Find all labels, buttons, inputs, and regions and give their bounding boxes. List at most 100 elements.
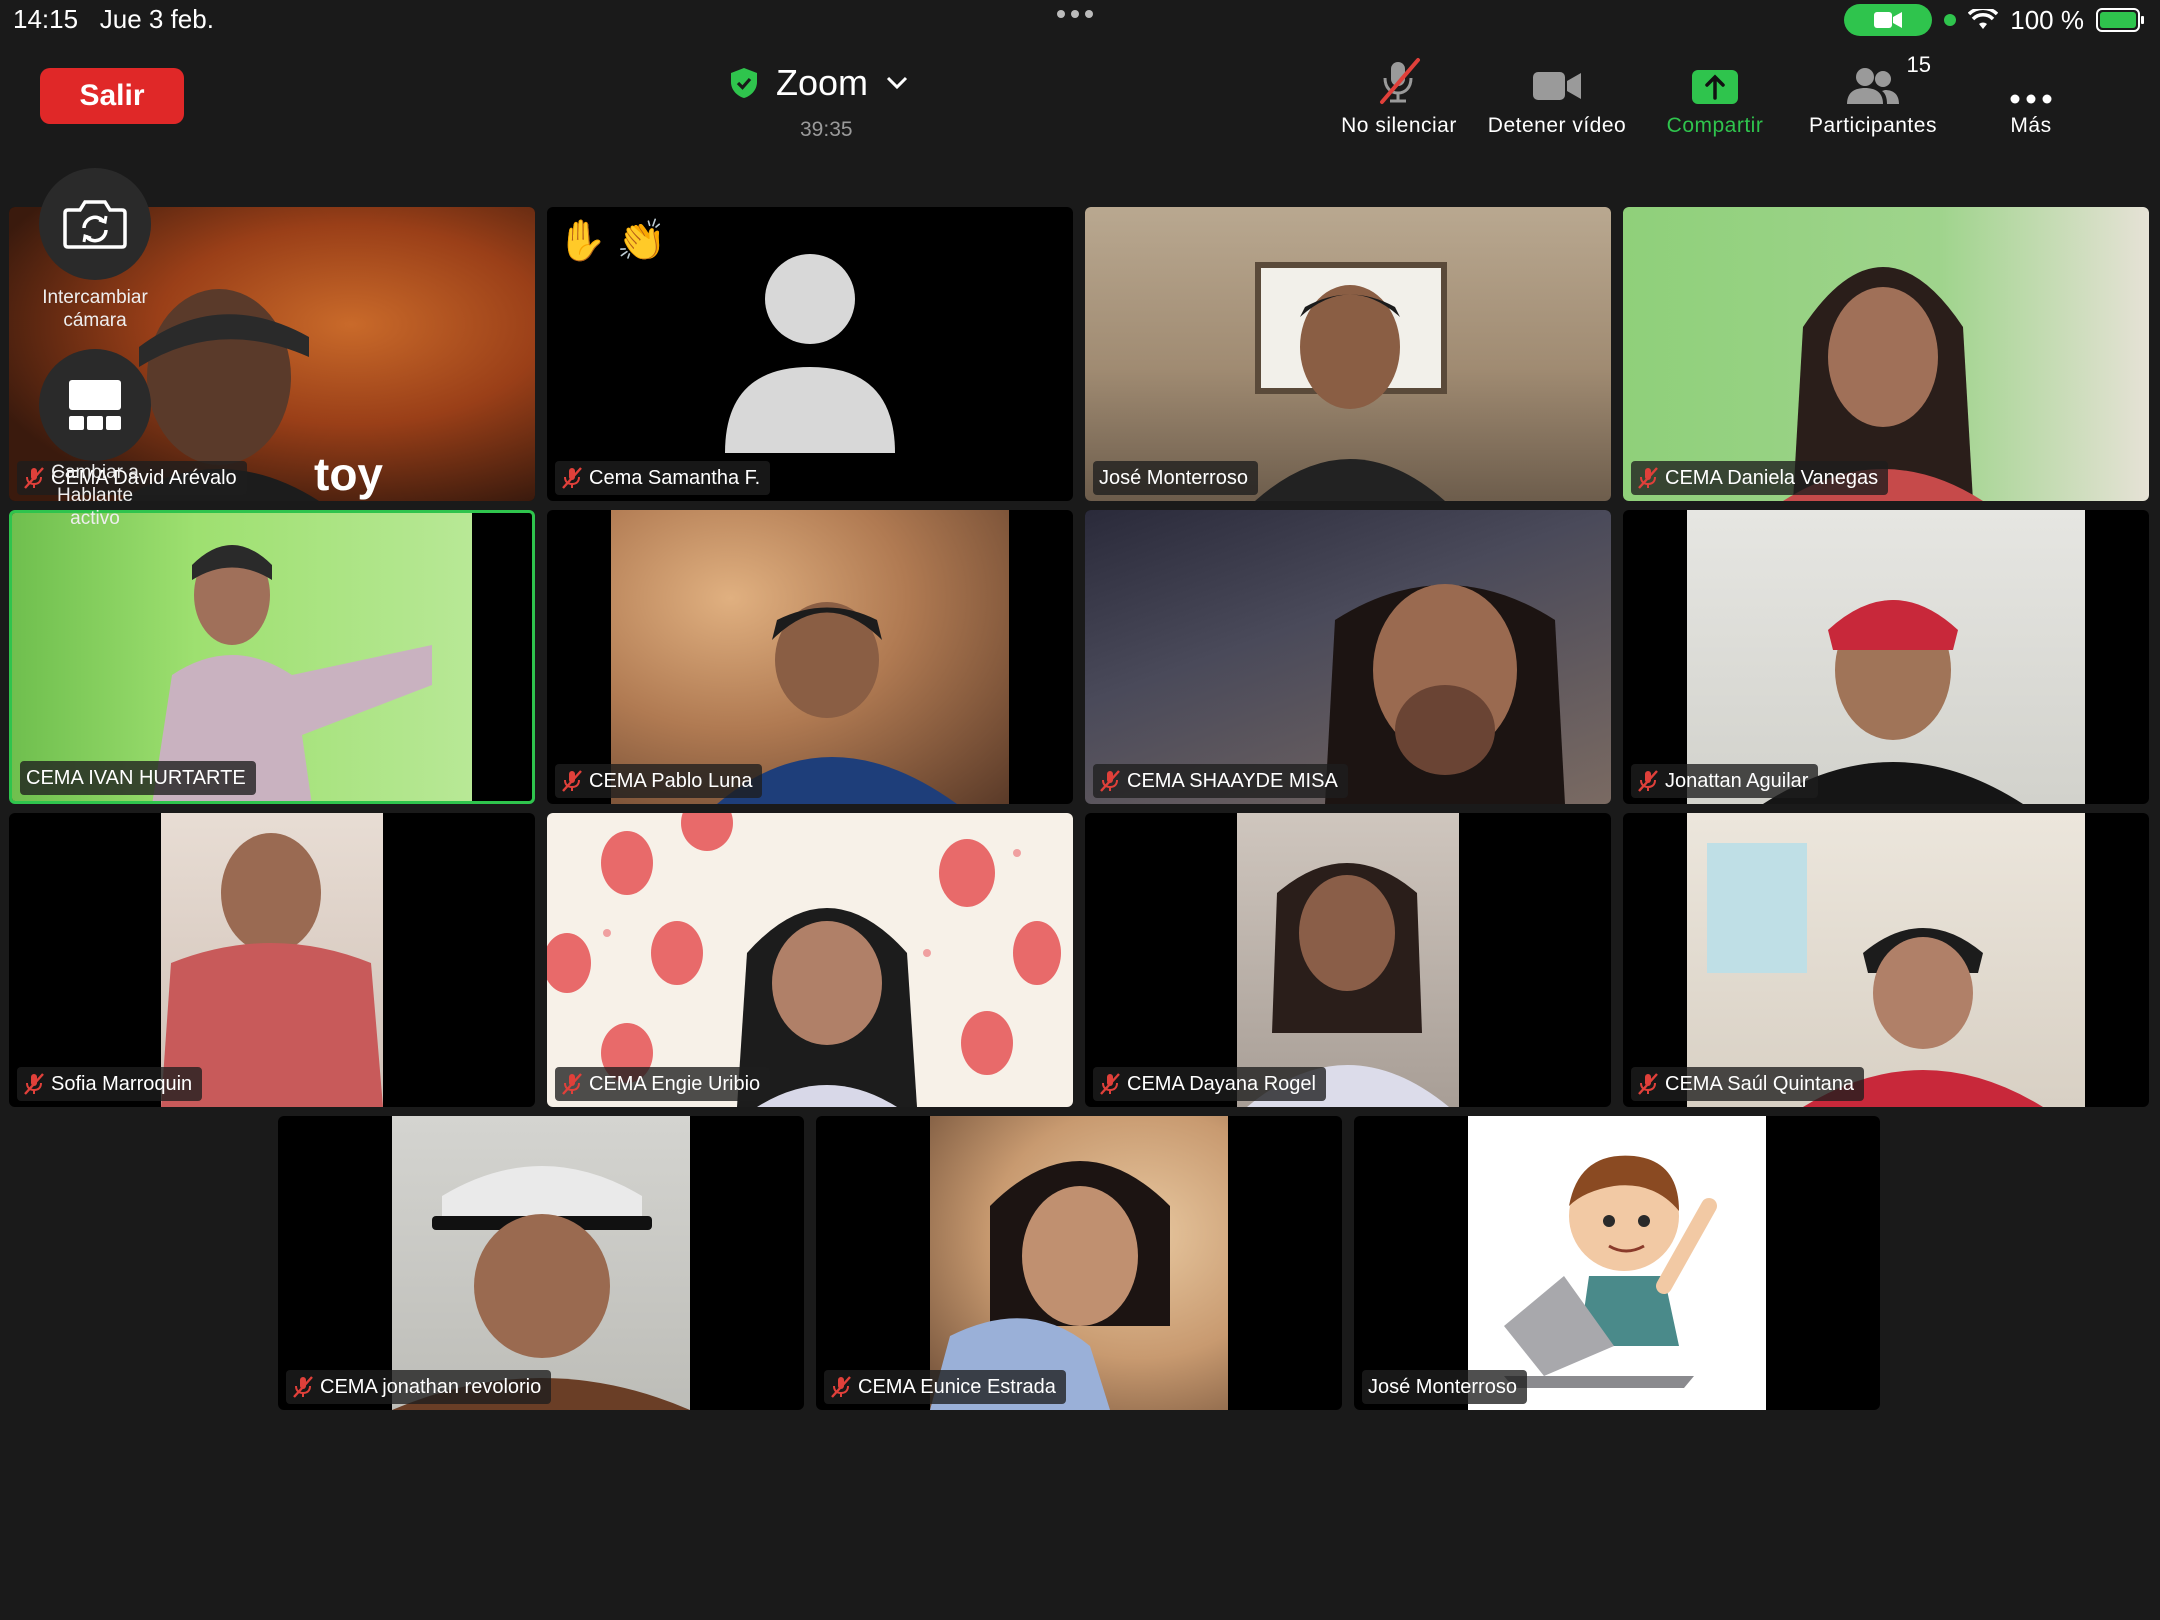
cartoon-avatar — [1504, 1155, 1717, 1388]
participant-name: CEMA Eunice Estrada — [858, 1375, 1056, 1398]
video-tile[interactable]: CEMA SHAAYDE MISA — [1085, 510, 1611, 804]
participant-figure — [392, 1166, 690, 1410]
chevron-down-icon[interactable] — [886, 76, 908, 90]
video-camera-icon — [1531, 54, 1583, 106]
meeting-timer: 39:35 — [800, 118, 853, 141]
participants-icon: 15 — [1845, 52, 1931, 106]
mic-muted-icon — [562, 770, 582, 792]
date: Jue 3 feb. — [99, 4, 214, 34]
unmute-label: No silenciar — [1341, 114, 1457, 137]
wall-poster — [1707, 843, 1807, 973]
switch-camera-button[interactable] — [39, 168, 151, 280]
mic-muted-icon — [1638, 467, 1658, 489]
participant-name: CEMA Pablo Luna — [589, 769, 753, 792]
participant-figure — [161, 833, 383, 1107]
participant-name-tag: Cema Samantha F. — [555, 461, 771, 495]
participant-name: José Monterroso — [1368, 1375, 1517, 1398]
leave-button[interactable]: Salir — [40, 68, 184, 124]
meeting-toolbar: No silenciar Detener vídeo Compartir 15 … — [1320, 52, 2110, 138]
participant-name-tag: Jonattan Aguilar — [1631, 764, 1819, 798]
multitasking-dots-icon[interactable] — [1057, 10, 1093, 18]
stop-video-label: Detener vídeo — [1487, 114, 1627, 137]
reactions: ✋ 👏 — [557, 217, 667, 264]
participant-name: CEMA IVAN HURTARTE — [26, 766, 246, 789]
participant-name: CEMA Daniela Vanegas — [1665, 466, 1879, 489]
video-tile[interactable]: ✋ 👏 Cema Samantha F. — [547, 207, 1073, 501]
raised-hand-icon: ✋ — [557, 219, 607, 263]
video-tile[interactable]: José Monterroso — [1085, 207, 1611, 501]
participant-figure — [1783, 267, 1983, 501]
video-tile[interactable]: CEMA jonathan revolorio — [278, 1116, 804, 1410]
video-tile[interactable]: CEMA Saúl Quintana — [1623, 813, 2149, 1107]
switch-camera-label: Intercambiar cámara — [42, 287, 148, 331]
participant-figure — [1255, 285, 1445, 501]
participant-name-tag: CEMA Eunice Estrada — [824, 1370, 1066, 1404]
participant-name-tag: CEMA Engie Uribio — [555, 1067, 771, 1101]
privacy-dot-icon — [1944, 14, 1957, 26]
meeting-name: Zoom — [776, 62, 869, 103]
battery-icon — [2096, 8, 2144, 32]
video-tile[interactable]: José Monterroso — [1354, 1116, 1880, 1410]
mic-muted-icon — [562, 467, 582, 489]
meme-caption: toy — [314, 448, 383, 500]
unmute-button[interactable]: No silenciar — [1320, 54, 1478, 138]
video-tile[interactable]: CEMA Daniela Vanegas — [1623, 207, 2149, 501]
participant-name-tag: CEMA SHAAYDE MISA — [1093, 764, 1348, 798]
participant-name: CEMA Saúl Quintana — [1665, 1072, 1854, 1095]
wifi-icon — [1968, 9, 1999, 29]
more-label: Más — [2010, 114, 2052, 137]
mic-muted-icon — [293, 1376, 313, 1398]
video-tile[interactable]: Sofia Marroquin — [9, 813, 535, 1107]
participant-figure — [930, 1161, 1170, 1410]
mic-muted-icon — [1374, 54, 1424, 106]
video-tile-active-speaker[interactable]: CEMA IVAN HURTARTE — [9, 510, 535, 804]
active-speaker-button[interactable] — [39, 349, 151, 461]
participants-count: 15 — [1906, 52, 1931, 77]
participant-name: CEMA SHAAYDE MISA — [1127, 769, 1338, 792]
share-screen-icon — [1690, 54, 1740, 106]
clock: 14:15 — [13, 4, 79, 34]
participant-name: CEMA Dayana Rogel — [1127, 1072, 1316, 1095]
mic-muted-icon — [1638, 770, 1658, 792]
participants-label: Participantes — [1809, 114, 1937, 137]
camera-in-use-icon — [1844, 4, 1933, 36]
video-tile[interactable]: CEMA Pablo Luna — [547, 510, 1073, 804]
meeting-title[interactable]: Zoom — [730, 62, 908, 104]
participants-button[interactable]: 15 Participantes — [1794, 52, 1952, 138]
participant-name: Sofia Marroquin — [51, 1072, 193, 1095]
security-shield-icon — [731, 68, 757, 98]
participant-name-tag: CEMA jonathan revolorio — [286, 1370, 552, 1404]
participant-name-tag: CEMA Dayana Rogel — [1093, 1067, 1326, 1101]
participant-name-tag: José Monterroso — [1093, 461, 1258, 495]
battery-percent: 100 % — [2010, 4, 2084, 35]
participant-name: CEMA Engie Uribio — [589, 1072, 761, 1095]
mic-muted-icon — [831, 1376, 851, 1398]
participant-name-tag: CEMA Saúl Quintana — [1631, 1067, 1864, 1101]
video-tile[interactable]: CEMA Engie Uribio — [547, 813, 1073, 1107]
stop-video-button[interactable]: Detener vídeo — [1478, 54, 1636, 138]
participant-name-tag: José Monterroso — [1362, 1370, 1527, 1404]
active-speaker-label: Cambiar a Hablante activo — [51, 462, 139, 529]
participant-name: José Monterroso — [1099, 466, 1248, 489]
switch-camera-control[interactable]: Intercambiar cámara — [35, 168, 155, 332]
share-label: Compartir — [1666, 114, 1764, 137]
mic-muted-icon — [1638, 1073, 1658, 1095]
switch-camera-icon — [63, 200, 127, 249]
mic-muted-icon — [24, 1073, 44, 1095]
video-tile[interactable]: CEMA Dayana Rogel — [1085, 813, 1611, 1107]
more-button[interactable]: Más — [1952, 54, 2110, 138]
active-speaker-control[interactable]: Cambiar a Hablante activo — [35, 349, 155, 530]
video-tile[interactable]: Jonattan Aguilar — [1623, 510, 2149, 804]
status-time: 14:15 Jue 3 feb. — [13, 4, 214, 35]
video-tile[interactable]: CEMA Eunice Estrada — [816, 1116, 1342, 1410]
participant-name-tag: CEMA Pablo Luna — [555, 764, 763, 798]
speaker-view-icon — [69, 380, 121, 430]
mic-muted-icon — [1100, 1073, 1120, 1095]
share-button[interactable]: Compartir — [1636, 54, 1794, 138]
clapping-icon: 👏 — [616, 219, 667, 263]
mic-muted-icon — [562, 1073, 582, 1095]
participant-name: Jonattan Aguilar — [1665, 769, 1809, 792]
participant-figure — [1247, 863, 1449, 1107]
participant-name: CEMA jonathan revolorio — [320, 1375, 542, 1398]
participant-name: Cema Samantha F. — [589, 466, 761, 489]
